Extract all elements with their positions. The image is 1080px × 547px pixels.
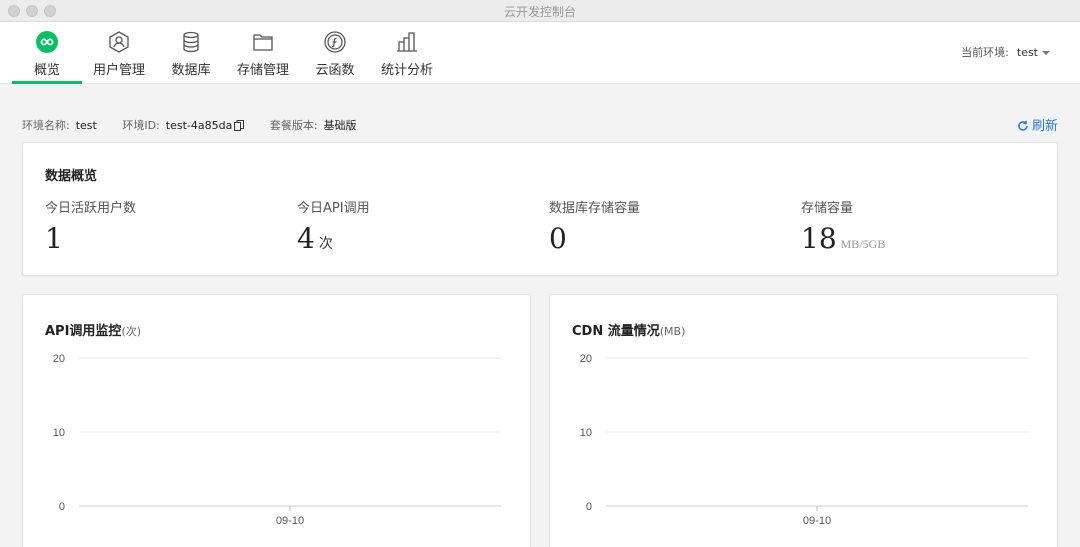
plan-value: 基础版 <box>323 119 357 132</box>
window-title: 云开发控制台 <box>503 5 576 19</box>
tab-cloud-functions[interactable]: 云函数 <box>310 22 360 84</box>
main-toolbar: 概览 用户管理 数据库 存储管理 云函数 统计分析 当前环境: test <box>0 22 1080 84</box>
x-tick-label: 09-10 <box>276 515 304 527</box>
stat-active-users: 今日活跃用户数 1 <box>45 197 136 255</box>
card-title: 数据概览 <box>45 169 98 184</box>
tab-label: 统计分析 <box>380 63 433 78</box>
stat-value: 1 <box>45 222 63 255</box>
y-tick-label: 10 <box>580 427 592 439</box>
tab-database[interactable]: 数据库 <box>164 22 218 84</box>
user-icon <box>107 30 131 54</box>
data-overview-card: 数据概览 今日活跃用户数 1 今日API调用 4次 数据库存储容量 0 存储容量… <box>22 142 1058 276</box>
tab-label: 存储管理 <box>236 63 289 78</box>
tab-label: 数据库 <box>171 63 211 78</box>
stat-value: 0 <box>549 222 567 255</box>
y-tick-label: 20 <box>53 353 65 365</box>
active-tab-indicator <box>12 81 82 84</box>
refresh-button[interactable]: 刷新 <box>1017 115 1058 134</box>
tab-label: 用户管理 <box>92 63 145 78</box>
function-icon <box>323 30 347 54</box>
database-icon <box>179 30 203 54</box>
api-monitor-chart: 20 10 0 09-10 <box>53 353 501 527</box>
plan-label: 套餐版本: <box>269 119 318 132</box>
environment-value: test <box>1016 46 1038 59</box>
cdn-traffic-chart-card: CDN 流量情况(MB) 20 10 0 09-10 <box>549 294 1058 547</box>
environment-selector[interactable]: 当前环境: test <box>961 44 1050 60</box>
window-title-bar: 云开发控制台 <box>0 0 1080 22</box>
stat-label: 今日API调用 <box>297 201 370 216</box>
stat-label: 数据库存储容量 <box>549 201 641 216</box>
y-tick-label: 0 <box>586 501 592 513</box>
chevron-down-icon <box>1042 51 1050 55</box>
infinity-icon <box>35 30 59 54</box>
stat-storage-capacity: 存储容量 18 MB/5GB <box>801 197 885 255</box>
env-name-value: test <box>75 119 97 132</box>
api-monitor-chart-card: API调用监控(次) 20 10 0 09-10 <box>22 294 531 547</box>
stat-api-calls: 今日API调用 4次 <box>297 197 370 255</box>
environment-info-bar: 环境名称: test 环境ID: test-4a85da 套餐版本: 基础版 <box>22 117 379 134</box>
refresh-icon <box>1018 120 1028 131</box>
tab-label: 云函数 <box>315 63 355 78</box>
tab-user-management[interactable]: 用户管理 <box>88 22 150 84</box>
stat-label: 存储容量 <box>801 201 854 216</box>
cdn-traffic-chart: 20 10 0 09-10 <box>580 353 1028 527</box>
tab-storage-management[interactable]: 存储管理 <box>232 22 294 84</box>
stat-label: 今日活跃用户数 <box>45 201 137 216</box>
refresh-label: 刷新 <box>1031 119 1058 134</box>
stat-value: 4 <box>297 222 315 255</box>
stat-unit: 次 <box>318 237 333 252</box>
tab-statistics[interactable]: 统计分析 <box>376 22 438 84</box>
y-tick-label: 0 <box>59 501 65 513</box>
stat-value: 18 <box>801 222 837 255</box>
env-id-label: 环境ID: <box>122 119 160 132</box>
bar-chart-icon <box>395 30 419 54</box>
y-tick-label: 10 <box>53 427 65 439</box>
copy-icon[interactable] <box>234 120 245 134</box>
env-name-label: 环境名称: <box>22 119 70 132</box>
stat-unit: MB/5GB <box>840 237 886 251</box>
environment-label: 当前环境: <box>961 46 1009 59</box>
folder-icon <box>251 30 275 54</box>
env-id-value: test-4a85da <box>165 119 233 132</box>
tab-label: 概览 <box>33 63 60 78</box>
stat-database-storage: 数据库存储容量 0 <box>549 197 640 255</box>
tab-overview[interactable]: 概览 <box>12 22 82 84</box>
y-tick-label: 20 <box>580 353 592 365</box>
x-tick-label: 09-10 <box>803 515 831 527</box>
